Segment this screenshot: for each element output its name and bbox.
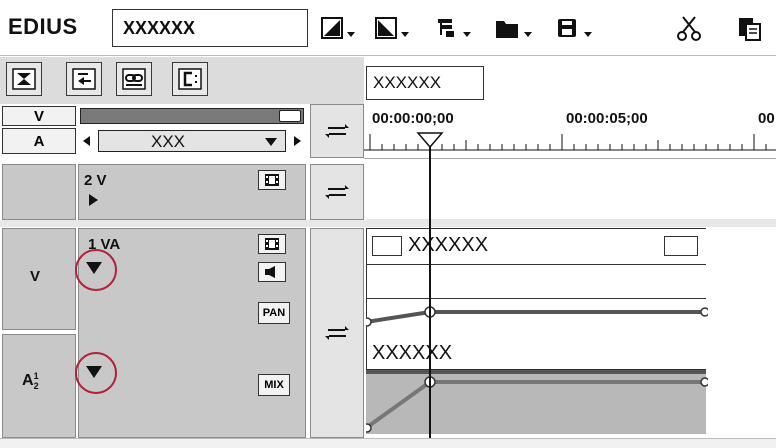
bottom-edge	[0, 438, 776, 448]
channel-left-arrow[interactable]	[80, 131, 94, 151]
app-title: EDIUS	[8, 14, 78, 39]
set-out-icon	[375, 17, 409, 39]
track1-a-sub: 2	[33, 381, 39, 391]
track2-left-cell[interactable]	[2, 164, 76, 220]
save-button[interactable]	[556, 14, 602, 44]
project-name-field[interactable]: XXXXXX	[112, 9, 308, 47]
set-in-icon	[321, 17, 355, 39]
open-button[interactable]	[494, 14, 542, 44]
track1-a-label: A12	[22, 371, 44, 391]
highlight-circle-video	[75, 249, 117, 291]
audio-volume-line[interactable]	[366, 372, 708, 436]
cut-icon	[677, 16, 701, 41]
channel-right-arrow[interactable]	[290, 131, 304, 151]
set-out-button[interactable]	[374, 14, 418, 44]
video-clip-thumbnail-right	[664, 236, 698, 256]
insert-track-icon	[72, 68, 96, 90]
link-icon	[122, 68, 146, 90]
video-clip-thumbnail-left	[372, 236, 402, 256]
save-icon	[558, 19, 592, 37]
track1-swap-button[interactable]	[310, 228, 364, 438]
paste-icon	[739, 18, 761, 41]
link-mode-button[interactable]	[116, 62, 152, 96]
audio-clip-name: XXXXXX	[372, 342, 453, 364]
source-swap-button[interactable]	[310, 104, 364, 158]
track1-pan-button[interactable]: PAN	[258, 302, 290, 324]
video-clip-divider	[366, 264, 706, 265]
track1-video-mute-button[interactable]	[258, 234, 286, 254]
triangle-left-icon	[83, 136, 90, 146]
track2-expand-icon[interactable]	[88, 194, 98, 206]
track2-name: 2 V	[84, 172, 107, 189]
sequence-tab[interactable]: XXXXXX	[366, 66, 484, 100]
film-icon	[265, 238, 279, 250]
playhead-marker[interactable]	[416, 132, 444, 148]
group-icon	[178, 68, 202, 90]
audio-source-button[interactable]: A	[2, 128, 76, 154]
timecode-2: 00	[758, 110, 775, 127]
track1-audio-mute-button[interactable]	[258, 262, 286, 282]
highlight-circle-audio	[75, 352, 117, 394]
video-mix-line[interactable]	[366, 298, 708, 334]
track1-v-label: V	[30, 268, 41, 285]
track2-video-mute-button[interactable]	[258, 170, 286, 190]
paste-button[interactable]	[736, 14, 766, 44]
track2-timeline[interactable]	[366, 164, 776, 220]
channel-select-value: XXX	[151, 132, 186, 151]
track-separator	[0, 220, 776, 227]
chevron-down-icon	[265, 138, 277, 146]
speaker-icon	[265, 266, 275, 278]
film-icon	[265, 174, 279, 186]
merge-down-icon	[12, 68, 36, 90]
open-folder-icon	[496, 21, 532, 38]
sequence-icon	[438, 19, 471, 37]
channel-select[interactable]: XXX	[98, 130, 286, 152]
video-clip-name: XXXXXX	[408, 234, 489, 256]
video-level-thumb[interactable]	[279, 110, 301, 122]
swap-arrows-icon	[325, 185, 349, 199]
set-in-button[interactable]	[320, 14, 364, 44]
track1-mix-button[interactable]: MIX	[258, 374, 290, 396]
cut-button[interactable]	[676, 14, 702, 44]
timecode-1: 00:00:05;00	[566, 110, 648, 127]
sync-lock-button[interactable]	[6, 62, 42, 96]
track1-a-letter: A	[22, 372, 34, 389]
track2-swap-button[interactable]	[310, 164, 364, 220]
track1-a-sup: 1	[33, 371, 39, 381]
timecode-0: 00:00:00;00	[372, 110, 454, 127]
group-mode-button[interactable]	[172, 62, 208, 96]
sequence-button[interactable]	[436, 14, 480, 44]
triangle-right-icon	[294, 136, 301, 146]
video-level-bar[interactable]	[80, 108, 304, 124]
playhead-line[interactable]	[429, 147, 431, 442]
swap-arrows-icon	[325, 124, 349, 138]
swap-arrows-icon	[325, 326, 349, 340]
insert-mode-button[interactable]	[66, 62, 102, 96]
video-source-button[interactable]: V	[2, 106, 76, 126]
